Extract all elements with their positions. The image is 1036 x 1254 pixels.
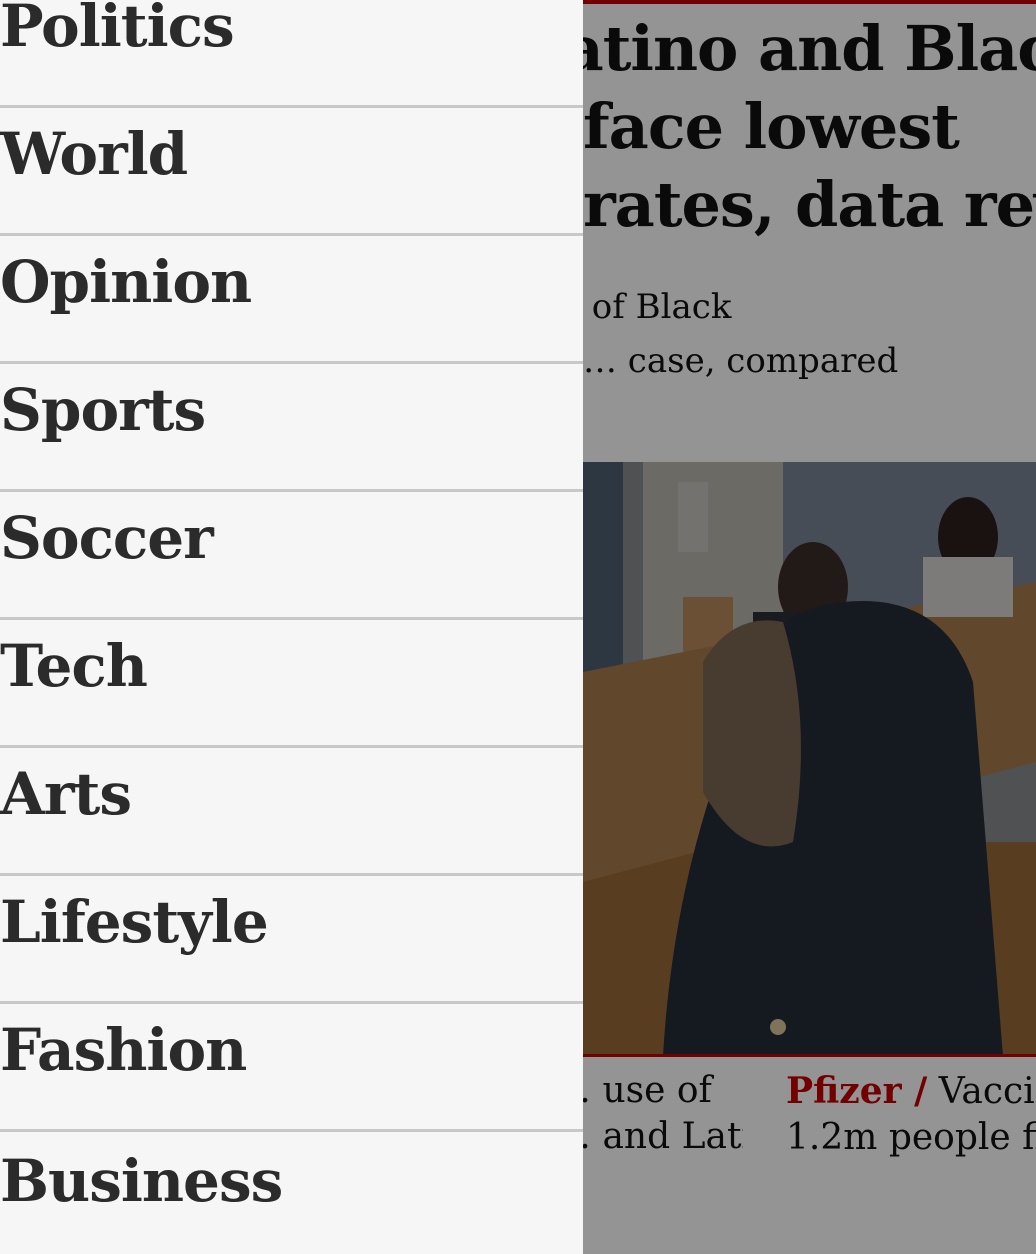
nav-item-sports[interactable]: Sports: [0, 364, 583, 492]
nav-item-politics[interactable]: Politics: [0, 0, 583, 108]
nav-item-label: Arts: [0, 760, 132, 828]
nav-item-label: Opinion: [0, 248, 252, 316]
nav-item-fashion[interactable]: Fashion: [0, 1004, 583, 1132]
nav-item-label: Business: [0, 1147, 283, 1215]
nav-item-label: Fashion: [0, 1016, 247, 1084]
nav-item-tech[interactable]: Tech: [0, 620, 583, 748]
nav-item-arts[interactable]: Arts: [0, 748, 583, 876]
nav-item-label: World: [0, 120, 188, 188]
nav-item-label: Soccer: [0, 504, 214, 572]
nav-item-opinion[interactable]: Opinion: [0, 236, 583, 364]
nav-item-label: Sports: [0, 376, 206, 444]
nav-item-label: Lifestyle: [0, 888, 269, 956]
nav-item-label: Tech: [0, 632, 148, 700]
nav-item-lifestyle[interactable]: Lifestyle: [0, 876, 583, 1004]
nav-item-label: Politics: [0, 0, 235, 60]
nav-item-world[interactable]: World: [0, 108, 583, 236]
nav-item-soccer[interactable]: Soccer: [0, 492, 583, 620]
section-nav-drawer: Politics World Opinion Sports Soccer Tec…: [0, 0, 583, 1254]
nav-item-business[interactable]: Business: [0, 1132, 583, 1254]
app-screen: Latino and Black face lowest rates, data…: [0, 0, 1036, 1254]
